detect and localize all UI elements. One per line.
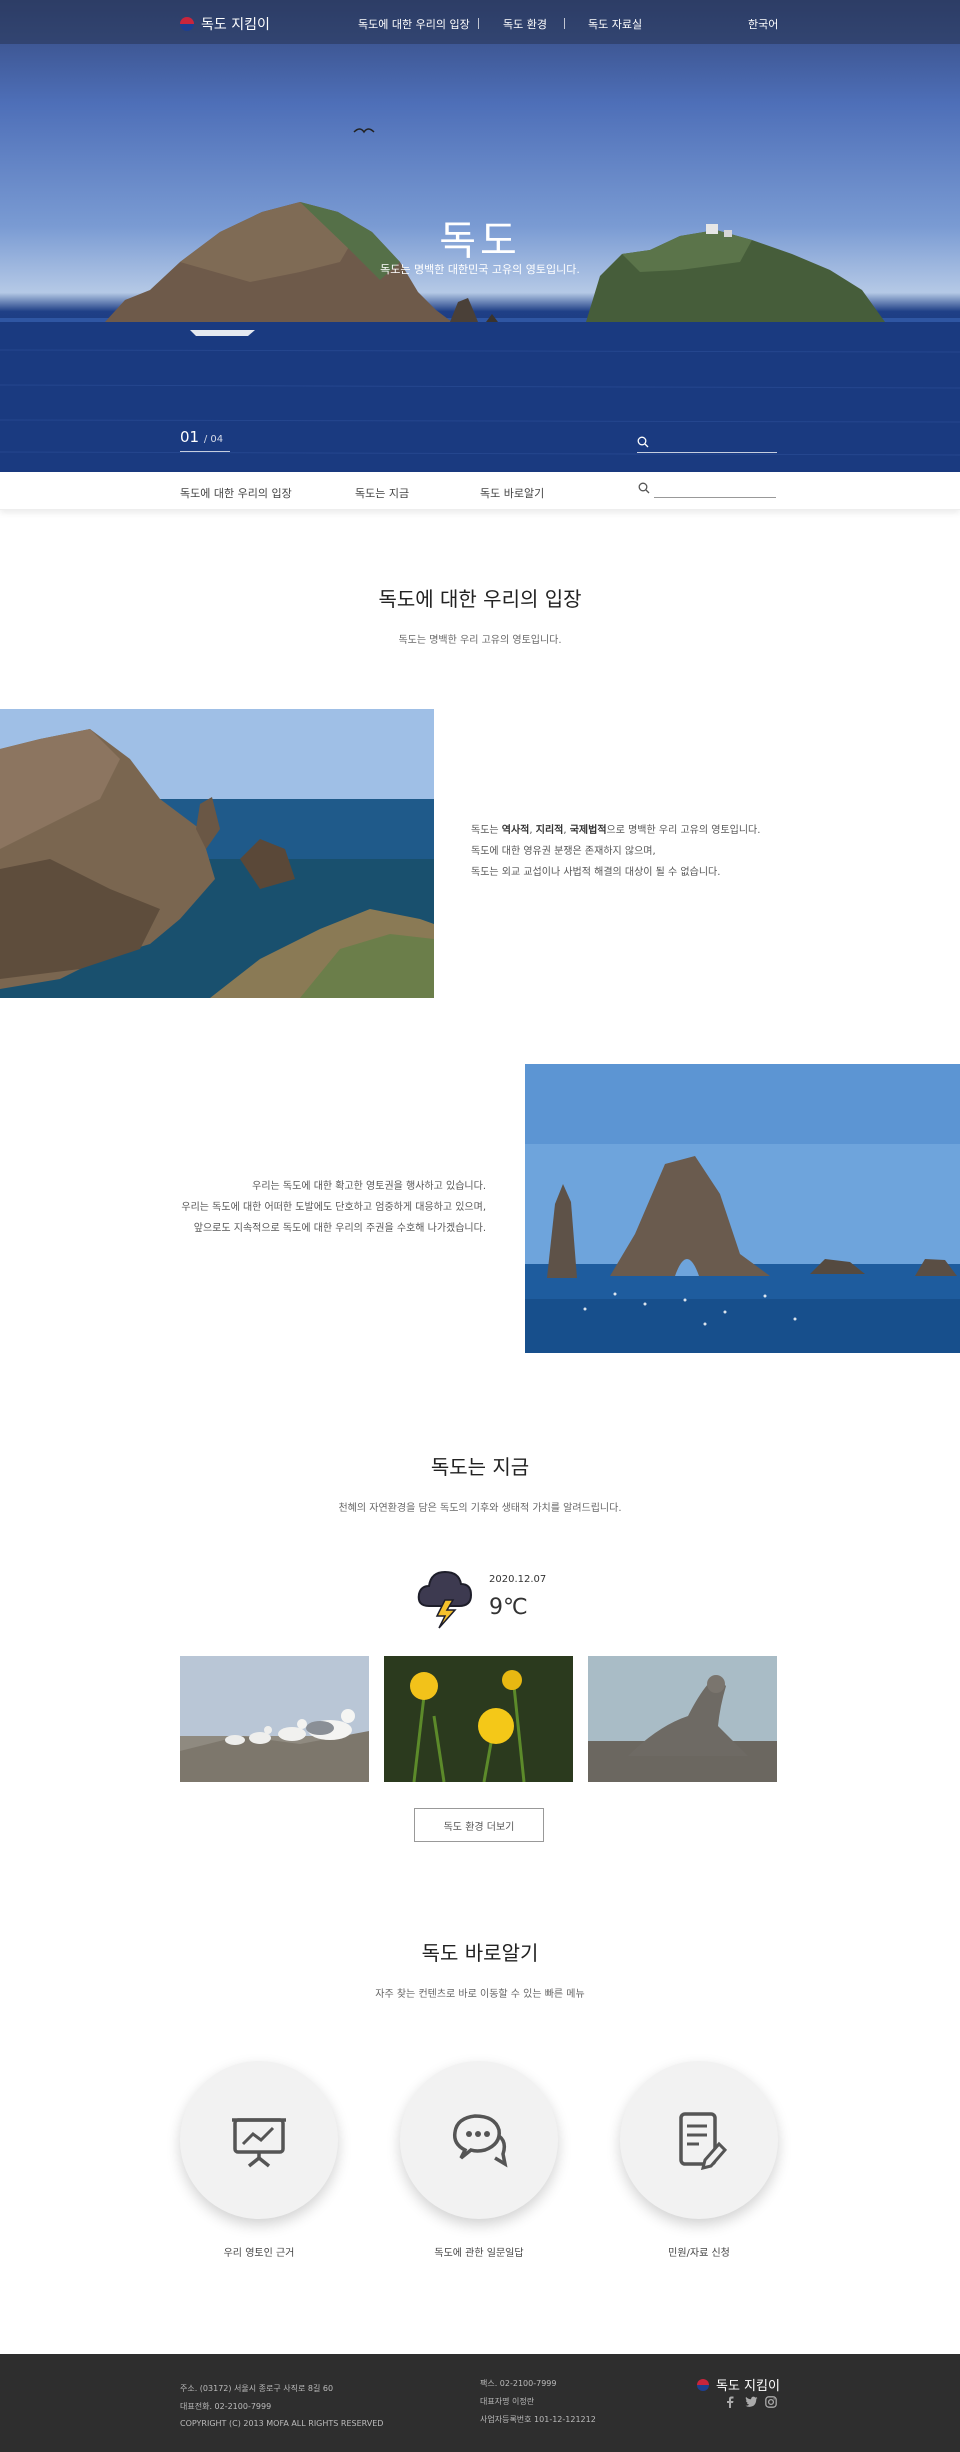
facebook-icon[interactable]: [725, 2396, 735, 2408]
quick-link-qna[interactable]: [400, 2061, 558, 2219]
seagulls-photo[interactable]: [180, 1656, 369, 1782]
presentation-chart-icon: [232, 2118, 286, 2168]
quick-link-territory-basis[interactable]: [180, 2061, 338, 2219]
footer-business-number: 사업자등록번호 101-12-121212: [480, 2415, 596, 2424]
position-block1-line3: 독도는 외교 교섭이나 사법적 해결의 대상이 될 수 없습니다.: [471, 867, 721, 878]
slide-counter: 01 / 04: [180, 428, 223, 446]
now-section-title: 독도는 지금: [430, 1455, 530, 1479]
learn-section-subtitle: 자주 찾는 컨텐츠로 바로 이동할 수 있는 빠른 메뉴: [375, 1989, 585, 2000]
learn-section-title: 독도 바로알기: [421, 1941, 539, 1965]
footer-copyright: COPYRIGHT (C) 2013 MOFA ALL RIGHTS RESER…: [180, 2419, 384, 2428]
chat-bubbles-icon: [452, 2114, 508, 2168]
subnav-search-input[interactable]: [654, 478, 776, 498]
language-selector[interactable]: 한국어: [748, 16, 778, 32]
slide-progress-bar[interactable]: [180, 451, 230, 452]
taegeuk-logo-icon: [180, 17, 194, 31]
nav-divider: [478, 18, 479, 29]
subnav-item-learn[interactable]: 독도 바로알기: [480, 485, 544, 501]
hero-subtitle: 독도는 명백한 대한민국 고유의 영토입니다.: [380, 263, 580, 276]
slide-current: 01: [180, 428, 200, 446]
environment-more-button[interactable]: 독도 환경 더보기: [414, 1808, 544, 1842]
subnav-search-icon[interactable]: [638, 482, 650, 494]
position-block2-line1: 우리는 독도에 대한 확고한 영토권을 행사하고 있습니다.: [252, 1181, 486, 1192]
weather-date: 2020.12.07: [489, 1574, 547, 1585]
position-block2-line3: 앞으로도 지속적으로 독도에 대한 우리의 주권을 수호해 나가겠습니다.: [193, 1223, 486, 1234]
top-navigation-bar: 독도 지킴이 독도에 대한 우리의 입장 독도 환경 독도 자료실 한국어: [0, 0, 960, 44]
position-section-subtitle: 독도는 명백한 우리 고유의 영토입니다.: [398, 635, 562, 646]
position-text-block-2: 우리는 독도에 대한 확고한 영토권을 행사하고 있습니다. 우리는 독도에 대…: [0, 1176, 486, 1239]
weather-temperature: 9℃: [489, 1595, 528, 1620]
nav-link-environment[interactable]: 독도 환경: [503, 16, 547, 32]
instagram-icon[interactable]: [765, 2396, 777, 2408]
now-section-subtitle: 천혜의 자연환경을 담은 독도의 기후와 생태적 가치를 알려드립니다.: [338, 1503, 622, 1514]
position-text-block-1: 독도는 역사적, 지리적, 국제법적으로 명백한 우리 고유의 영토입니다. 독…: [471, 820, 760, 883]
hero-title: 독도: [439, 218, 521, 264]
footer-fax: 팩스. 02-2100-7999: [480, 2379, 557, 2388]
hero-search-underline: [637, 452, 777, 453]
document-edit-icon: [679, 2112, 728, 2170]
position-block1-line1: 독도는 역사적, 지리적, 국제법적으로 명백한 우리 고유의 영토입니다.: [471, 825, 761, 836]
position-block1-line2: 독도에 대한 영유권 분쟁은 존재하지 않으며,: [471, 846, 656, 857]
sea-lion-photo[interactable]: [588, 1656, 777, 1782]
footer-logo[interactable]: 독도 지킴이: [697, 2375, 780, 2394]
dandelions-photo[interactable]: [384, 1656, 573, 1782]
slide-total: / 04: [203, 434, 224, 445]
site-logo[interactable]: 독도 지킴이: [180, 14, 270, 34]
logo-text: 독도 지킴이: [201, 17, 270, 33]
dokdo-arch-rock-photo: [525, 1064, 960, 1353]
section-subnav: 독도에 대한 우리의 입장 독도는 지금 독도 바로알기: [0, 472, 960, 510]
position-block2-line2: 우리는 독도에 대한 어떠한 도발에도 단호하고 엄중하게 대응하고 있으며,: [181, 1202, 486, 1213]
dokdo-cliffs-photo: [0, 709, 434, 998]
nav-link-archive[interactable]: 독도 자료실: [588, 16, 642, 32]
subnav-item-now[interactable]: 독도는 지금: [355, 485, 409, 501]
search-icon[interactable]: [637, 436, 649, 448]
twitter-icon[interactable]: [745, 2396, 758, 2408]
footer-ceo: 대표자명 이정란: [480, 2397, 535, 2406]
quick-link-label-territory: 우리 영토인 근거: [223, 2248, 295, 2259]
quick-link-request[interactable]: [620, 2061, 778, 2219]
quick-link-label-qna: 독도에 관한 일문일답: [434, 2248, 524, 2259]
subnav-item-position[interactable]: 독도에 대한 우리의 입장: [180, 485, 292, 501]
hero-banner: 독도 지킴이 독도에 대한 우리의 입장 독도 환경 독도 자료실 한국어 독도…: [0, 0, 960, 472]
footer-logo-text: 독도 지킴이: [716, 2379, 780, 2394]
taegeuk-logo-icon: [697, 2378, 709, 2391]
footer-phone: 대표전화. 02-2100-7999: [180, 2402, 272, 2411]
footer-address: 주소. (03172) 서울시 종로구 사직로 8길 60: [180, 2384, 334, 2393]
position-section-title: 독도에 대한 우리의 입장: [378, 587, 582, 611]
quick-link-label-request: 민원/자료 신청: [668, 2248, 730, 2259]
nav-divider: [564, 18, 565, 29]
site-footer: 주소. (03172) 서울시 종로구 사직로 8길 60 대표전화. 02-2…: [0, 2354, 960, 2452]
thunderstorm-icon: [417, 1570, 473, 1629]
nav-link-position[interactable]: 독도에 대한 우리의 입장: [358, 16, 470, 32]
